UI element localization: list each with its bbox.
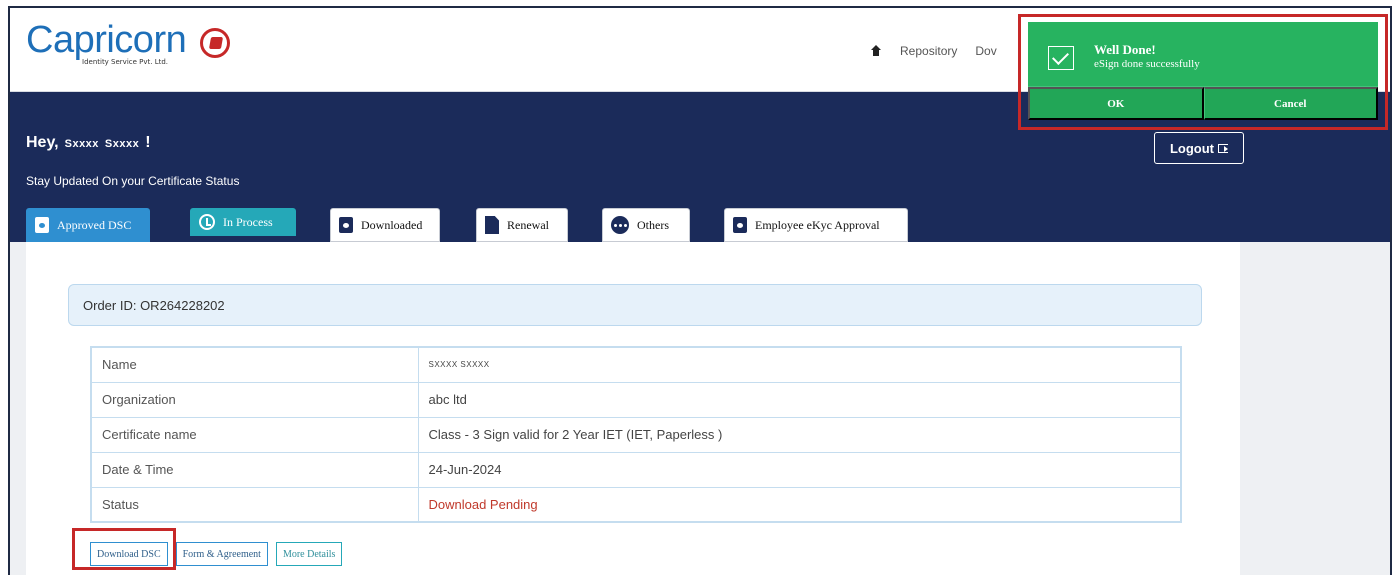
form-agreement-button[interactable]: Form & Agreement	[175, 542, 268, 566]
table-row: Certificate name Class - 3 Sign valid fo…	[90, 416, 1182, 453]
status-value: Download Pending	[417, 486, 1182, 523]
tab-others[interactable]: Others	[602, 208, 690, 242]
ok-button[interactable]: OK	[1028, 87, 1204, 120]
toast-title: Well Done!	[1094, 42, 1156, 57]
table-row: Date & Time 24-Jun-2024	[90, 451, 1182, 488]
toast-message: eSign done successfully	[1094, 58, 1200, 70]
brand-subtitle: Identity Service Pvt. Ltd.	[82, 58, 169, 66]
detail-key: Certificate name	[90, 416, 419, 453]
tab-employee-ekyc-approval[interactable]: Employee eKyc Approval	[724, 208, 908, 242]
order-id: Order ID: OR264228202	[83, 297, 225, 313]
user-last-name: Sxxxx	[104, 138, 140, 150]
tab-label: Employee eKyc Approval	[755, 217, 880, 232]
detail-key: Status	[90, 486, 419, 523]
tab-label: Renewal	[507, 217, 549, 232]
brand-logo[interactable]: Capricorn Identity Service Pvt. Ltd.	[26, 18, 236, 72]
nav-item-download[interactable]: Dov	[975, 44, 996, 58]
tab-label: Others	[637, 217, 669, 232]
order-id-bar: Order ID: OR264228202	[68, 284, 1202, 326]
document-icon	[339, 217, 353, 233]
greeting: Hey, Sxxxx Sxxxx !	[26, 134, 151, 152]
detail-key: Name	[90, 346, 419, 383]
tab-label: In Process	[223, 214, 273, 229]
tab-label: Approved DSC	[57, 217, 132, 232]
side-area	[1240, 242, 1390, 575]
hero-subtitle: Stay Updated On your Certificate Status	[26, 174, 240, 188]
logout-label: Logout	[1169, 140, 1215, 156]
logout-button[interactable]: Logout	[1154, 132, 1244, 164]
more-dots-icon	[611, 216, 629, 234]
table-row: Organization abc ltd	[90, 381, 1182, 418]
nav-item-repository[interactable]: Repository	[900, 44, 957, 58]
certificate-details-table: Name SXXXX SXXXX Organization abc ltd Ce…	[90, 346, 1182, 523]
detail-value: SXXXX SXXXX	[417, 346, 1182, 383]
main-nav: Repository Dov	[870, 44, 997, 58]
tab-renewal[interactable]: Renewal	[476, 208, 568, 242]
brand-name: Capricorn	[26, 19, 187, 61]
table-row: Status Download Pending	[90, 486, 1182, 523]
more-details-button[interactable]: More Details	[275, 542, 343, 566]
detail-key: Organization	[90, 381, 419, 418]
detail-value: 24-Jun-2024	[417, 451, 1182, 488]
toast-buttons: OK Cancel	[1028, 86, 1378, 120]
file-icon	[485, 216, 499, 234]
cancel-button[interactable]: Cancel	[1203, 87, 1378, 120]
success-toast: Well Done! eSign done successfully OK Ca…	[1028, 22, 1378, 120]
detail-value: abc ltd	[417, 381, 1182, 418]
certificate-panel: Order ID: OR264228202 Name SXXXX SXXXX O…	[26, 242, 1240, 575]
tab-approved-dsc[interactable]: Approved DSC	[26, 208, 150, 242]
user-first-name: Sxxxx	[64, 138, 99, 150]
tab-in-process[interactable]: In Process	[190, 208, 296, 236]
document-icon	[733, 217, 747, 233]
logout-icon	[1218, 143, 1229, 153]
table-row: Name SXXXX SXXXX	[90, 346, 1182, 383]
download-button-highlight	[72, 528, 176, 570]
checkbox-check-icon	[1048, 46, 1074, 70]
brand-mark-icon	[200, 28, 230, 58]
greeting-text: Hey,	[26, 134, 59, 151]
home-icon[interactable]	[870, 45, 882, 57]
tab-label: Downloaded	[361, 217, 423, 232]
document-icon	[35, 217, 49, 233]
detail-key: Date & Time	[90, 451, 419, 488]
greeting-exclaim: !	[145, 134, 151, 151]
tab-downloaded[interactable]: Downloaded	[330, 208, 440, 242]
clock-check-icon	[199, 214, 215, 230]
detail-value: Class - 3 Sign valid for 2 Year IET (IET…	[417, 416, 1182, 453]
